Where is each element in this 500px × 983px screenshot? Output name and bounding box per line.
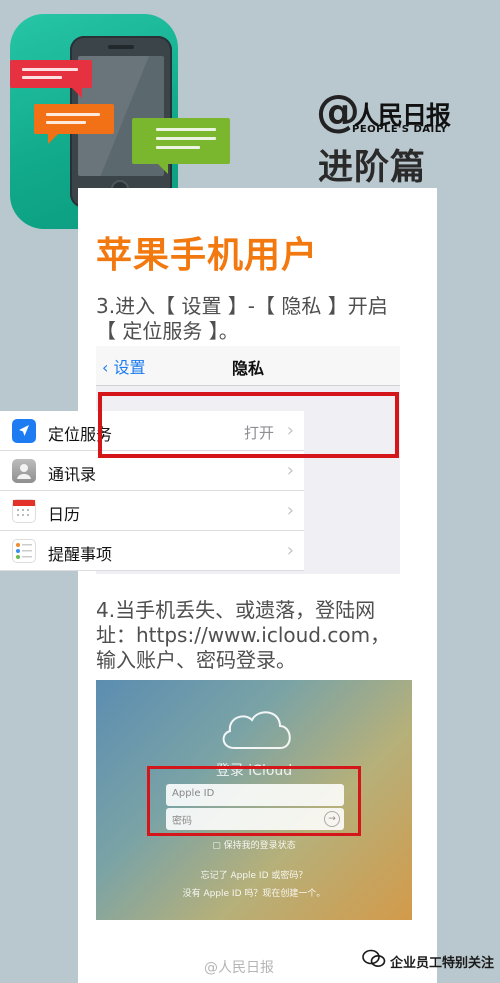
highlight-box-login <box>147 766 361 836</box>
series-title: 进阶篇 <box>318 148 427 188</box>
chevron-right-icon: › <box>286 460 294 481</box>
forgot-password-link[interactable]: 忘记了 Apple ID 或密码？ <box>96 868 412 881</box>
chat-bubble-green-icon <box>132 118 230 174</box>
step-4-line-1: 4.当手机丢失、或遗落，登陆网 <box>96 598 376 622</box>
step-4-line-3: 输入账户、密码登录。 <box>96 648 296 672</box>
reminders-icon <box>12 539 36 563</box>
ios-nav-title: 隐私 <box>231 359 264 378</box>
chevron-right-icon: › <box>286 500 294 521</box>
checkbox-icon: ▢ <box>212 841 224 851</box>
settings-row-calendar[interactable]: 日历 › <box>0 491 304 531</box>
create-apple-id-link[interactable]: 没有 Apple ID 吗？现在创建一个。 <box>96 886 412 899</box>
step-3-line-1: 3.进入【 设置 】-【 隐私 】开启 <box>96 294 388 318</box>
keep-signed-in-checkbox[interactable]: ▢ 保持我的登录状态 <box>96 838 412 851</box>
page-title: 苹果手机用户 <box>96 235 319 276</box>
settings-row-label: 通讯录 <box>48 465 97 484</box>
highlight-box-location <box>98 392 399 458</box>
chat-bubble-red-icon <box>10 60 92 98</box>
phone-speaker <box>108 45 134 49</box>
step-3-line-2: 【 定位服务 】。 <box>96 319 239 343</box>
wechat-account-name: 企业员工特别关注 <box>390 956 495 971</box>
ios-nav-bar: ‹ 设置 隐私 <box>96 346 400 386</box>
step-4-text: 4.当手机丢失、或遗落，登陆网 址：https://www.icloud.com… <box>96 598 396 673</box>
wechat-icon <box>362 949 386 967</box>
icloud-cloud-icon <box>222 711 291 749</box>
step-4-line-2: 址：https://www.icloud.com， <box>96 623 391 647</box>
contacts-icon <box>12 459 36 483</box>
settings-row-label: 提醒事项 <box>48 545 113 564</box>
location-arrow-icon <box>12 419 36 443</box>
chat-bubble-orange-icon <box>34 104 114 144</box>
settings-row-label: 日历 <box>48 505 81 524</box>
weibo-watermark: @人民日报 <box>204 960 274 976</box>
brand-subtitle: PEOPLE'S DAILY <box>352 124 448 135</box>
step-3-text: 3.进入【 设置 】-【 隐私 】开启 【 定位服务 】。 <box>96 294 396 344</box>
chevron-right-icon: › <box>286 540 294 561</box>
calendar-icon <box>12 499 36 523</box>
settings-row-reminders[interactable]: 提醒事项 › <box>0 531 304 571</box>
